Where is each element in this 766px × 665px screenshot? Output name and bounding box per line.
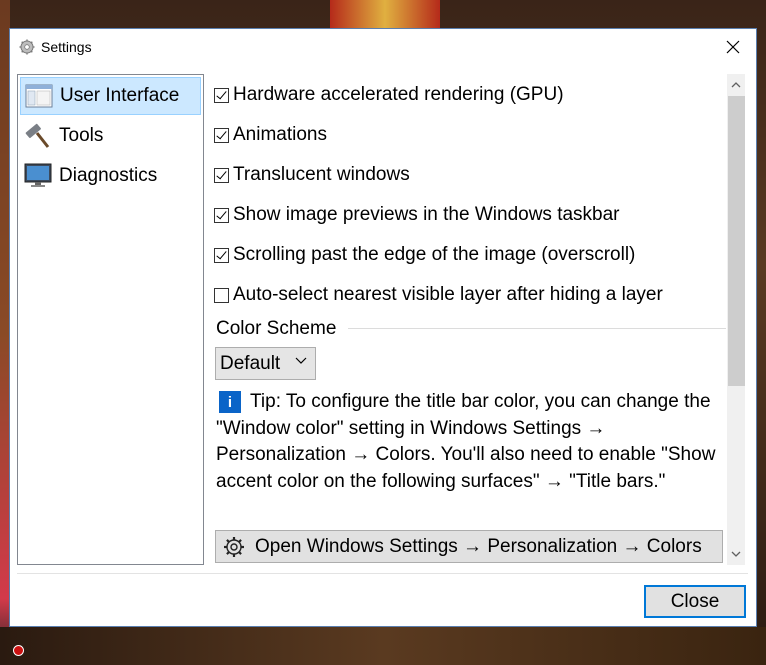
dropdown-value: Default xyxy=(220,352,281,374)
gear-icon xyxy=(224,536,244,557)
settings-nav-list: User Interface Tools Diagnostics xyxy=(17,74,204,565)
record-indicator-icon xyxy=(13,645,24,656)
option-taskbar-previews[interactable]: Show image previews in the Windows taskb… xyxy=(214,201,620,229)
nav-item-tools[interactable]: Tools xyxy=(20,117,201,155)
checkbox[interactable] xyxy=(214,87,229,103)
option-auto-select-layer[interactable]: Auto-select nearest visible layer after … xyxy=(214,281,663,309)
background-photo-top xyxy=(330,0,440,28)
nav-item-label: Diagnostics xyxy=(59,165,158,186)
option-label: Animations xyxy=(233,124,327,145)
hammer-icon xyxy=(24,123,52,149)
checkbox[interactable] xyxy=(214,167,229,183)
settings-gear-icon xyxy=(19,39,35,55)
window-close-button[interactable] xyxy=(710,29,756,65)
checkbox[interactable] xyxy=(214,207,229,223)
close-button[interactable]: Close xyxy=(644,585,746,618)
open-windows-settings-button[interactable]: Open Windows Settings → Personalization … xyxy=(215,530,723,563)
option-label: Show image previews in the Windows taskb… xyxy=(233,204,620,225)
chevron-down-icon xyxy=(731,551,741,557)
open-settings-label: Open Windows Settings → Personalization … xyxy=(255,535,702,557)
info-icon: i xyxy=(219,391,241,413)
option-gpu-rendering[interactable]: Hardware accelerated rendering (GPU) xyxy=(214,81,564,109)
background-photo-bottom xyxy=(0,627,766,665)
option-label: Hardware accelerated rendering (GPU) xyxy=(233,84,564,105)
title-bar: Settings xyxy=(10,29,756,65)
window-icon xyxy=(25,83,53,109)
settings-window: Settings User Interface Tools Diagnostic… xyxy=(9,28,757,627)
content-scrollbar[interactable] xyxy=(727,74,745,565)
group-divider xyxy=(348,328,726,329)
nav-item-diagnostics[interactable]: Diagnostics xyxy=(20,157,201,195)
footer-divider xyxy=(17,573,748,574)
scroll-down-button[interactable] xyxy=(727,545,745,563)
close-icon xyxy=(726,40,740,54)
option-label: Scrolling past the edge of the image (ov… xyxy=(233,244,636,265)
scroll-up-button[interactable] xyxy=(727,76,745,94)
user-interface-pane: Hardware accelerated rendering (GPU) Ani… xyxy=(208,74,748,565)
option-label: Translucent windows xyxy=(233,164,410,185)
option-label: Auto-select nearest visible layer after … xyxy=(233,284,663,305)
checkbox[interactable] xyxy=(214,287,229,303)
color-scheme-dropdown[interactable]: Default xyxy=(215,347,316,380)
checkbox[interactable] xyxy=(214,247,229,263)
nav-item-user-interface[interactable]: User Interface xyxy=(20,77,201,115)
nav-item-label: User Interface xyxy=(60,85,180,106)
option-overscroll[interactable]: Scrolling past the edge of the image (ov… xyxy=(214,241,635,269)
color-scheme-label: Color Scheme xyxy=(216,318,343,340)
monitor-icon xyxy=(24,163,52,189)
tip-text: Tip: To configure the title bar color, y… xyxy=(216,391,716,492)
checkbox[interactable] xyxy=(214,127,229,143)
scrollbar-thumb[interactable] xyxy=(728,96,745,386)
chevron-up-icon xyxy=(731,82,741,88)
chevron-down-icon xyxy=(295,357,307,364)
window-title: Settings xyxy=(41,39,92,55)
nav-item-label: Tools xyxy=(59,125,104,146)
option-translucent-windows[interactable]: Translucent windows xyxy=(214,161,410,189)
option-animations[interactable]: Animations xyxy=(214,121,327,149)
